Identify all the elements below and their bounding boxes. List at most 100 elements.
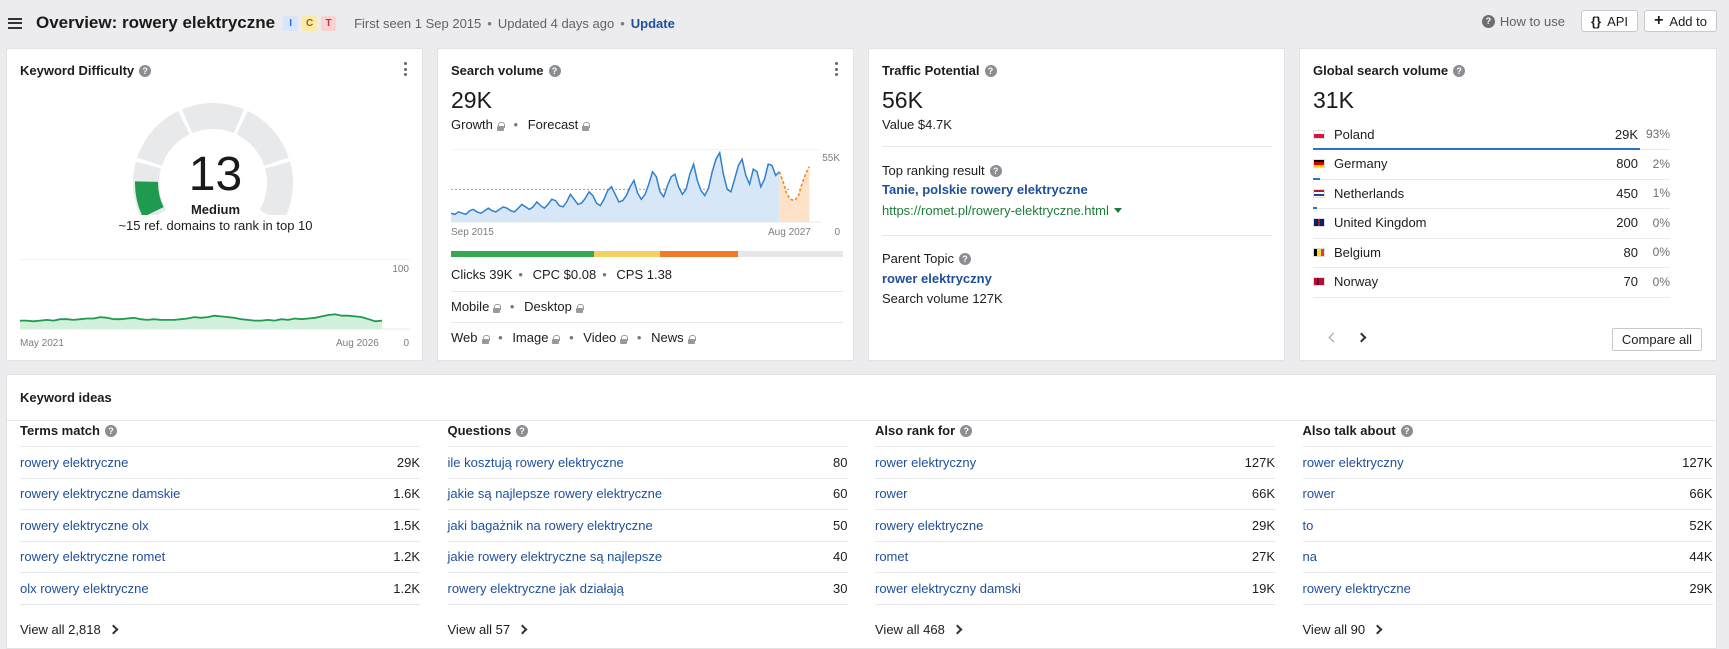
- compare-all-button[interactable]: Compare all: [1611, 328, 1702, 351]
- question-icon[interactable]: ?: [104, 424, 117, 437]
- lock-icon: [496, 122, 505, 131]
- how-to-use-link[interactable]: ? How to use: [1481, 14, 1565, 29]
- keyword-link[interactable]: rower: [875, 486, 1252, 501]
- parent-topic-label-row: Parent Topic ?: [882, 251, 972, 266]
- keyword-link[interactable]: jakie rowery elektryczne są najlepsze: [448, 549, 834, 564]
- view-all-label: View all 90: [1302, 622, 1366, 637]
- cpc-value: CPC $0.08: [532, 267, 597, 282]
- view-all-link[interactable]: View all 468: [875, 622, 963, 637]
- flag-icon: [1313, 218, 1325, 227]
- country-row[interactable]: Belgium 80 0%: [1313, 237, 1670, 268]
- keyword-row: rower elektryczny 127K: [1302, 446, 1713, 477]
- updated-text: Updated 4 days ago: [497, 15, 615, 31]
- first-seen-text: First seen 1 Sep 2015: [354, 15, 482, 31]
- keyword-ideas-card: Keyword ideas Terms match? rowery elektry…: [6, 374, 1718, 649]
- keyword-link[interactable]: rowery elektryczne: [1303, 581, 1690, 596]
- question-icon[interactable]: ?: [1400, 424, 1413, 437]
- keyword-link[interactable]: jakie są najlepsze rowery elektryczne: [448, 486, 834, 501]
- chevron-right-icon: [952, 624, 963, 635]
- country-row[interactable]: Germany 800 2%: [1313, 149, 1670, 180]
- country-row[interactable]: Poland 29K 93%: [1313, 119, 1670, 150]
- keyword-link[interactable]: rowery elektryczne damskie: [20, 486, 393, 501]
- keyword-link[interactable]: rowery elektryczne romet: [20, 549, 393, 564]
- keyword-difficulty-card: Keyword Difficulty? 13 Medium ~15 ref. d…: [6, 48, 423, 361]
- mobile-label[interactable]: Mobile: [451, 299, 489, 314]
- keyword-link[interactable]: rowery elektryczne: [875, 518, 1252, 533]
- question-icon[interactable]: ?: [989, 164, 1002, 177]
- question-icon[interactable]: ?: [548, 64, 561, 77]
- keyword-volume: 29K: [396, 454, 420, 470]
- click-distribution-bar: [451, 251, 843, 257]
- update-link[interactable]: Update: [631, 16, 675, 31]
- country-percent: 0%: [1652, 215, 1670, 230]
- keyword-link[interactable]: to: [1303, 518, 1690, 533]
- dropdown-caret-icon[interactable]: [1113, 208, 1122, 213]
- keyword-link[interactable]: na: [1303, 549, 1690, 564]
- column-heading-label: Also rank for: [875, 423, 956, 438]
- desktop-label[interactable]: Desktop: [524, 299, 572, 314]
- keyword-row: rower elektryczny damski 19K: [875, 572, 1275, 603]
- kd-history-chart: [20, 259, 410, 330]
- keyword-volume: 1.5K: [393, 517, 420, 533]
- country-volume: 800: [1616, 156, 1638, 171]
- keyword-row: rowery elektryczne damskie 1.6K: [20, 477, 420, 509]
- keyword-link[interactable]: ile kosztują rowery elektryczne: [448, 455, 834, 470]
- country-row[interactable]: Norway 70 0%: [1313, 267, 1670, 298]
- next-page-icon[interactable]: [1356, 332, 1367, 343]
- more-options-icon[interactable]: [835, 62, 839, 76]
- country-volume: 29K: [1614, 126, 1638, 142]
- keyword-volume: 80: [833, 454, 848, 470]
- menu-icon[interactable]: [8, 17, 22, 29]
- growth-label[interactable]: Growth: [451, 117, 493, 132]
- lock-icon: [687, 335, 696, 344]
- intent-informational-badge: I: [283, 15, 299, 31]
- keyword-link[interactable]: olx rowery elektryczne: [20, 581, 393, 596]
- keyword-volume: 127K: [1244, 454, 1275, 470]
- question-icon[interactable]: ?: [960, 424, 973, 437]
- keyword-link[interactable]: rower elektryczny damski: [875, 581, 1252, 596]
- tp-value: 56K: [882, 87, 923, 113]
- view-all-link[interactable]: View all 57: [448, 622, 528, 637]
- keyword-link[interactable]: jaki bagażnik na rowery elektryczne: [448, 518, 834, 533]
- question-icon[interactable]: ?: [516, 424, 529, 437]
- more-options-icon[interactable]: [404, 62, 408, 76]
- keyword-link[interactable]: rowery elektryczne: [20, 455, 397, 470]
- question-icon: ?: [1481, 14, 1495, 28]
- flag-icon: [1313, 188, 1325, 198]
- question-icon[interactable]: ?: [959, 252, 972, 265]
- sv-chart-ymin: 0: [834, 227, 840, 238]
- question-icon[interactable]: ?: [984, 64, 997, 77]
- keyword-row: rowery elektryczne 29K: [20, 446, 420, 477]
- keyword-link[interactable]: rowery elektryczne jak działają: [448, 581, 834, 596]
- keyword-volume: 66K: [1689, 486, 1713, 501]
- country-row[interactable]: Netherlands 450 1%: [1313, 178, 1670, 209]
- keyword-row: ile kosztują rowery elektryczne 80: [447, 446, 848, 477]
- keyword-volume: 1.2K: [393, 580, 420, 596]
- lock-icon: [620, 335, 629, 344]
- keyword-link[interactable]: rower: [1303, 486, 1690, 501]
- top-ranking-title-link[interactable]: Tanie, polskie rowery elektryczne: [882, 182, 1088, 197]
- keyword-link[interactable]: rower elektryczny: [875, 455, 1245, 470]
- view-all-label: View all 468: [875, 622, 945, 637]
- parent-topic-link[interactable]: rower elektryczny: [882, 271, 992, 286]
- kd-chart-start: May 2021: [20, 338, 64, 349]
- question-icon[interactable]: ?: [139, 64, 152, 77]
- keyword-link[interactable]: rowery elektryczne olx: [20, 518, 393, 533]
- prev-page-icon[interactable]: [1328, 332, 1339, 343]
- image-label[interactable]: Image: [512, 330, 548, 345]
- news-label[interactable]: News: [651, 330, 684, 345]
- forecast-label[interactable]: Forecast: [528, 117, 579, 132]
- top-ranking-url-link[interactable]: https://romet.pl/rowery-elektryczne.html: [882, 203, 1109, 218]
- api-button[interactable]: {} API: [1580, 10, 1639, 32]
- question-icon[interactable]: ?: [1453, 64, 1466, 77]
- keyword-link[interactable]: rower elektryczny: [1303, 455, 1683, 470]
- view-all-link[interactable]: View all 2,818: [20, 622, 119, 637]
- keyword-link[interactable]: romet: [875, 549, 1252, 564]
- view-all-link[interactable]: View all 90: [1302, 622, 1383, 637]
- web-label[interactable]: Web: [451, 330, 478, 345]
- chevron-right-icon: [108, 624, 119, 635]
- country-row[interactable]: United Kingdom 200 0%: [1313, 208, 1670, 239]
- country-percent: 0%: [1652, 274, 1670, 289]
- add-to-button[interactable]: + Add to: [1644, 10, 1717, 32]
- video-label[interactable]: Video: [583, 330, 616, 345]
